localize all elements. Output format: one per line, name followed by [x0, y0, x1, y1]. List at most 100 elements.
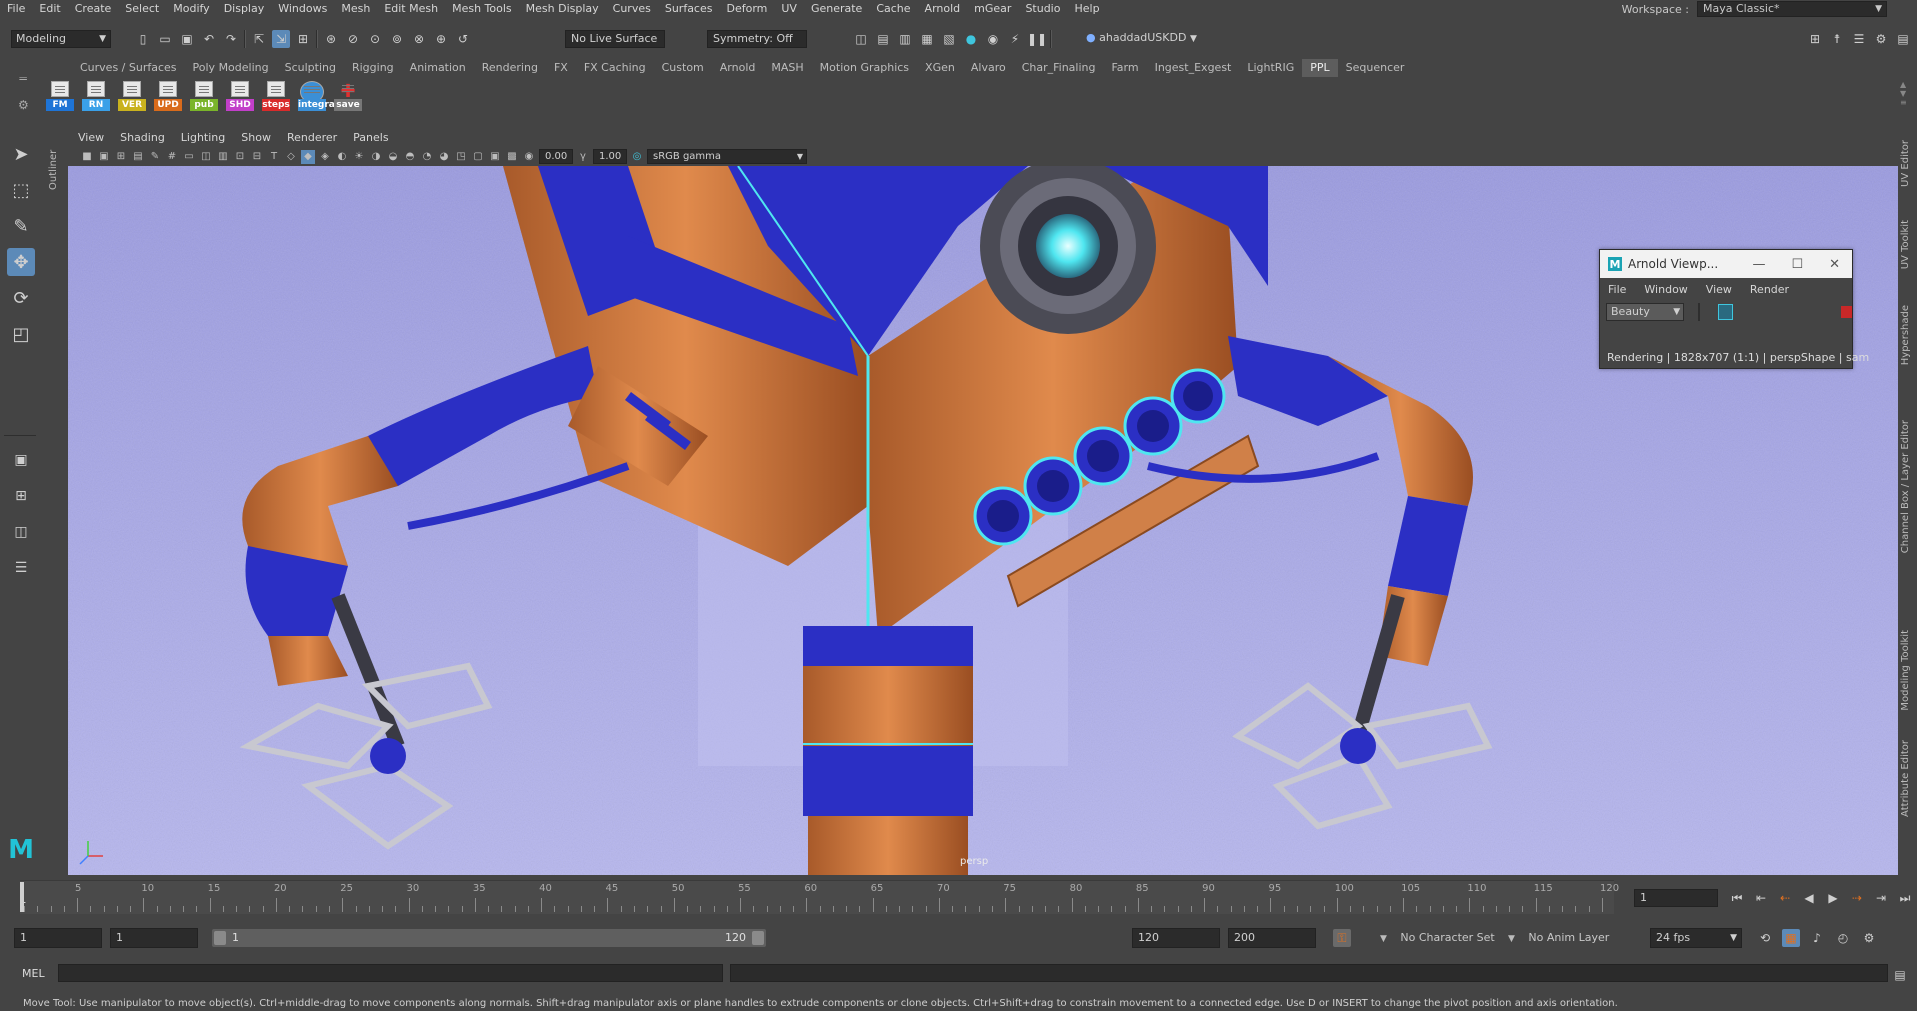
shelf-button-rn[interactable]: RN [80, 79, 112, 113]
menu-mesh-tools[interactable]: Mesh Tools [445, 0, 519, 17]
save-scene-icon[interactable]: ▣ [178, 30, 196, 48]
shelf-tab-ingest-exgest[interactable]: Ingest_Exgest [1147, 59, 1240, 77]
menu-help[interactable]: Help [1067, 0, 1106, 17]
side-tab-channel-box-layer-editor[interactable]: Channel Box / Layer Editor [1900, 420, 1911, 553]
go-to-end-icon[interactable]: ⏭ [1896, 889, 1914, 907]
pause-icon[interactable]: ❚❚ [1027, 30, 1047, 48]
rotate-tool-icon[interactable]: ⟳ [7, 284, 35, 312]
resolution-gate-icon[interactable]: ◫ [199, 150, 213, 164]
scale-tool-icon[interactable]: ◰ [7, 320, 35, 348]
render-settings-icon[interactable]: ◫ [852, 30, 870, 48]
grid-icon[interactable]: # [165, 150, 179, 164]
shelf-tab-arnold[interactable]: Arnold [712, 59, 764, 77]
outliner-tab[interactable]: Outliner [48, 130, 60, 190]
exposure-field[interactable]: 0.00 [539, 149, 573, 164]
range-start-handle[interactable] [214, 931, 226, 945]
gate-mask-icon[interactable]: ▥ [216, 150, 230, 164]
camera-attributes-icon[interactable]: ▣ [97, 150, 111, 164]
arnold-ipr-icon[interactable]: ◉ [984, 30, 1002, 48]
menu-mgear[interactable]: mGear [967, 0, 1018, 17]
view-transform-combo[interactable]: sRGB gamma ▼ [647, 149, 807, 164]
shelf-tab-alvaro[interactable]: Alvaro [963, 59, 1014, 77]
exposure-icon[interactable]: ◉ [522, 150, 536, 164]
character-set-combo[interactable]: ▼ No Character Set [1380, 929, 1495, 947]
single-perspective-layout-icon[interactable]: ▣ [7, 446, 35, 474]
animation-end-field[interactable]: 200 [1228, 928, 1316, 948]
snap-vertex-icon[interactable]: ⊕ [432, 30, 450, 48]
shelf-tab-animation[interactable]: Animation [402, 59, 474, 77]
shelf-button-fm[interactable]: FM [44, 79, 76, 113]
two-pane-layout-icon[interactable]: ◫ [7, 518, 35, 546]
snap-curve-icon[interactable]: ⊘ [344, 30, 362, 48]
panel-menu-shading[interactable]: Shading [112, 131, 173, 144]
command-input[interactable] [58, 964, 723, 982]
playback-end-field[interactable]: 120 [1132, 928, 1220, 948]
maximize-icon[interactable]: ☐ [1791, 257, 1803, 272]
go-to-start-icon[interactable]: ⏮ [1728, 889, 1746, 907]
menu-mesh[interactable]: Mesh [334, 0, 377, 17]
time-slider[interactable]: 1 51015202530354045505560657075808590951… [20, 880, 1619, 914]
arnold-menu-render[interactable]: Render [1750, 283, 1789, 296]
auto-key-icon[interactable]: ⚿ [1333, 929, 1351, 947]
current-frame-marker[interactable] [20, 882, 24, 912]
side-tab-hypershade[interactable]: Hypershade [1900, 305, 1911, 365]
symmetry-field[interactable]: Symmetry: Off [707, 30, 807, 48]
menu-deform[interactable]: Deform [719, 0, 774, 17]
shelf-tab-rigging[interactable]: Rigging [344, 59, 402, 77]
play-forwards-icon[interactable]: ▶ [1824, 889, 1842, 907]
human-ik-icon[interactable]: ☨ [1828, 30, 1846, 48]
depth-of-field-icon[interactable]: ◕ [437, 150, 451, 164]
step-back-frame-icon[interactable]: ⇠ [1776, 889, 1794, 907]
menu-display[interactable]: Display [217, 0, 272, 17]
anim-preferences-icon[interactable]: ◴ [1834, 929, 1852, 947]
undo-icon[interactable]: ↶ [200, 30, 218, 48]
shelf-tab-fx-caching[interactable]: FX Caching [576, 59, 654, 77]
shelf-tab-ppl[interactable]: PPL [1302, 59, 1338, 77]
xray-icon[interactable]: ▢ [471, 150, 485, 164]
select-object-icon[interactable]: ⇲ [272, 30, 290, 48]
gamma-icon[interactable]: γ [576, 150, 590, 164]
wireframe-on-shaded-icon[interactable]: ◈ [318, 150, 332, 164]
arnold-titlebar[interactable]: M Arnold Viewp... — ☐ ✕ [1600, 250, 1852, 278]
bookmark-icon[interactable]: ⊞ [114, 150, 128, 164]
menu-uv[interactable]: UV [774, 0, 804, 17]
menu-modify[interactable]: Modify [166, 0, 216, 17]
shelf-button-save[interactable]: ✚ save [332, 79, 364, 113]
shelf-tab-farm[interactable]: Farm [1103, 59, 1146, 77]
step-forward-frame-icon[interactable]: ⇢ [1848, 889, 1866, 907]
playback-start-field[interactable]: 1 [110, 928, 198, 948]
loop-icon[interactable]: ⟲ [1756, 929, 1774, 947]
crop-region-icon[interactable] [1717, 304, 1733, 320]
wireframe-icon[interactable]: ◇ [284, 150, 298, 164]
step-back-key-icon[interactable]: ⇤ [1752, 889, 1770, 907]
menu-set-combo[interactable]: Modeling ▼ [11, 30, 111, 48]
attribute-editor-icon[interactable]: ☰ [1850, 30, 1868, 48]
snap-surface-icon[interactable]: ⊗ [410, 30, 428, 48]
lasso-tool-icon[interactable]: ⬚ [7, 176, 35, 204]
use-all-lights-icon[interactable]: ☀ [352, 150, 366, 164]
shelf-tab-char-finaling[interactable]: Char_Finaling [1014, 59, 1104, 77]
live-surface-field[interactable]: No Live Surface [565, 30, 665, 48]
shelf-tab-lightrig[interactable]: LightRIG [1239, 59, 1302, 77]
camera-icon[interactable]: ■ [80, 150, 94, 164]
script-editor-icon[interactable]: ▤ [1891, 966, 1909, 984]
side-tab-uv-editor[interactable]: UV Editor [1900, 140, 1911, 187]
four-view-layout-icon[interactable]: ⊞ [7, 482, 35, 510]
shelf-tab-mash[interactable]: MASH [763, 59, 811, 77]
fps-combo[interactable]: 24 fps ▼ [1650, 928, 1742, 948]
shelf-tab-sculpting[interactable]: Sculpting [277, 59, 344, 77]
animation-start-field[interactable]: 1 [14, 928, 102, 948]
command-language[interactable]: MEL [22, 966, 45, 982]
color-management-icon[interactable]: ◎ [630, 150, 644, 164]
isolate-select-icon[interactable]: ◳ [454, 150, 468, 164]
safe-title-icon[interactable]: T [267, 150, 281, 164]
panel-menu-lighting[interactable]: Lighting [173, 131, 233, 144]
xray-joints-icon[interactable]: ▣ [488, 150, 502, 164]
ipr-render-icon[interactable]: ▥ [896, 30, 914, 48]
ambient-occlusion-icon[interactable]: ◒ [386, 150, 400, 164]
menu-cache[interactable]: Cache [869, 0, 917, 17]
range-slider[interactable]: 1 120 [212, 929, 766, 947]
panel-menu-renderer[interactable]: Renderer [279, 131, 345, 144]
new-scene-icon[interactable]: ▯ [134, 30, 152, 48]
render-sequence-icon[interactable]: ⚡ [1006, 30, 1024, 48]
